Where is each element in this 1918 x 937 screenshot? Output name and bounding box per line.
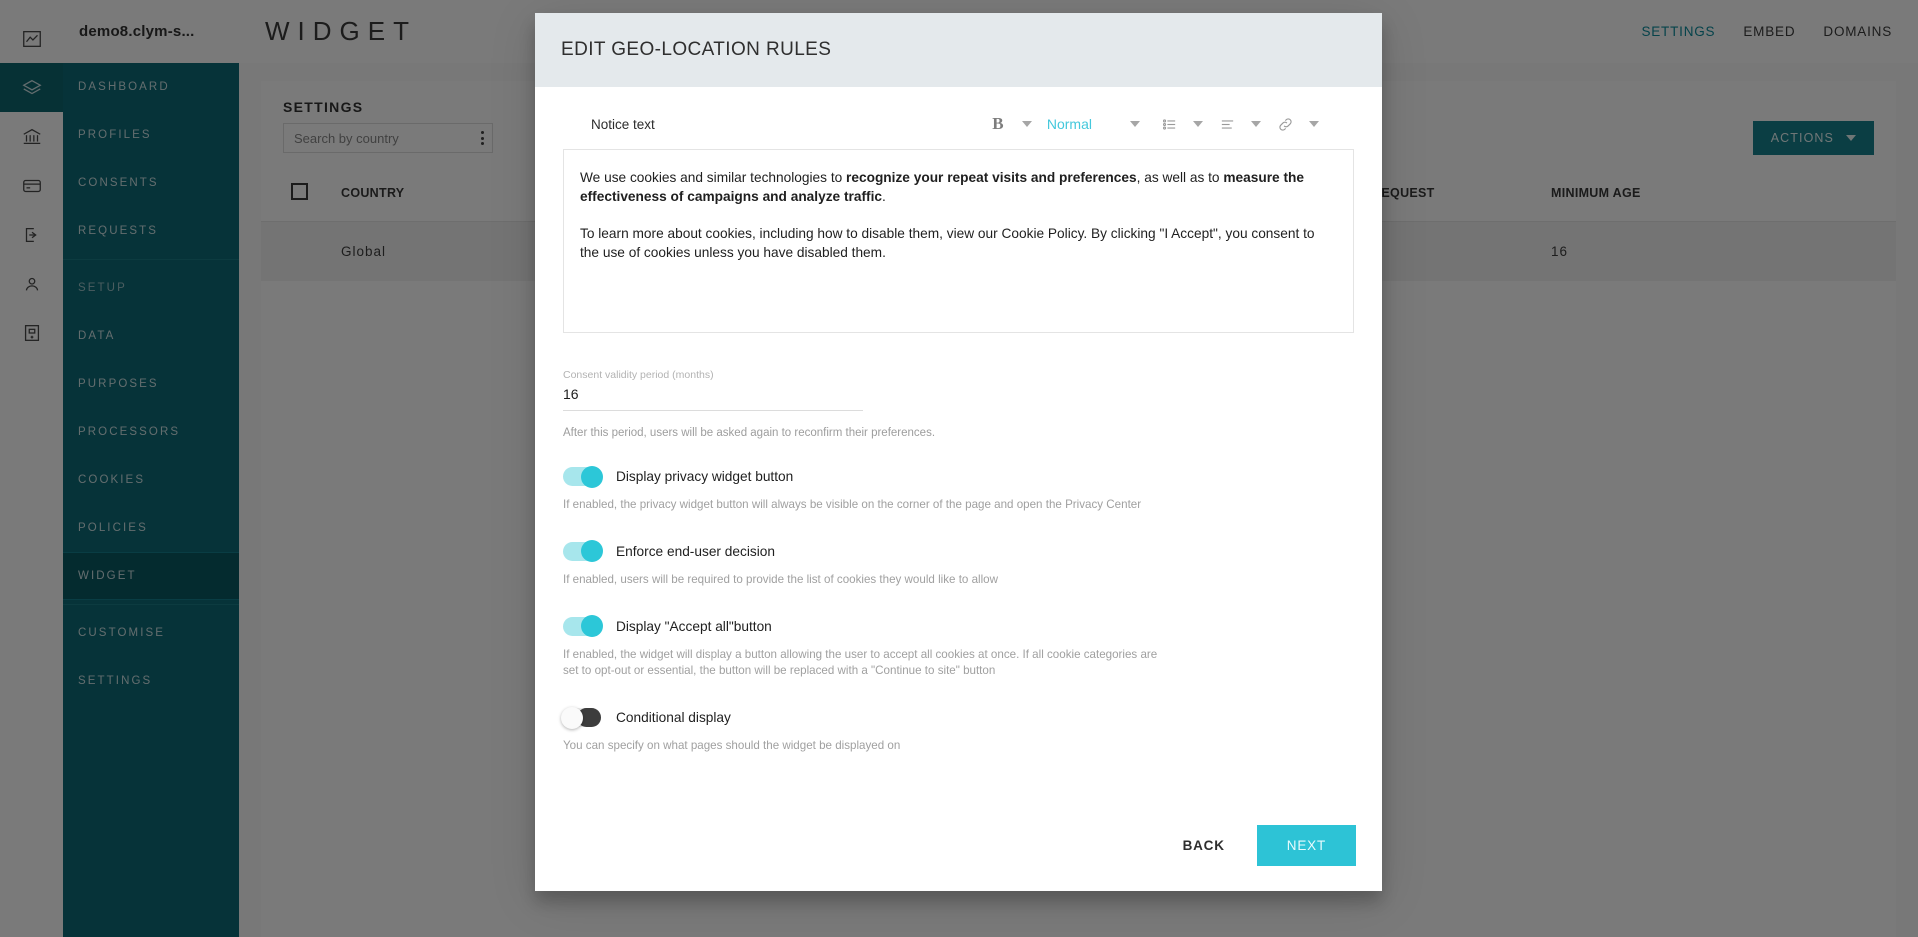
dialog-body[interactable]: Notice text B Normal We use cookies and … — [535, 87, 1382, 799]
toggle-label: Display "Accept all"button — [616, 618, 772, 634]
toggle-switch-3[interactable] — [561, 706, 601, 729]
toggle-description: If enabled, the privacy widget button wi… — [563, 498, 1142, 511]
notice-text-run: To learn more about cookies, including h… — [580, 225, 1315, 261]
bullet-list-icon[interactable] — [1154, 109, 1184, 139]
toggle-list: Display privacy widget button If enabled,… — [561, 465, 1354, 755]
toggle-block: Display privacy widget button If enabled,… — [563, 465, 1354, 514]
toggle-switch-0[interactable] — [563, 465, 603, 488]
dialog-footer: BACK NEXT — [535, 799, 1382, 891]
notice-paragraph: To learn more about cookies, including h… — [580, 224, 1337, 263]
toggle-block: Conditional display You can specify on wh… — [561, 706, 1354, 755]
consent-validity-label: Consent validity period (months) — [563, 369, 714, 381]
toggle-knob — [561, 706, 583, 729]
toggle-row: Display "Accept all"button — [563, 615, 1354, 638]
notice-text-run: , as well as to — [1136, 170, 1224, 185]
consent-validity-input[interactable] — [563, 381, 863, 411]
link-icon[interactable] — [1270, 109, 1300, 139]
back-button[interactable]: BACK — [1161, 826, 1247, 865]
toggle-description: If enabled, the widget will display a bu… — [563, 647, 1158, 678]
toggle-row: Enforce end-user decision — [563, 540, 1354, 563]
consent-validity-field-wrap: Consent validity period (months) After t… — [563, 369, 1354, 439]
next-button[interactable]: NEXT — [1256, 824, 1356, 866]
toggle-row: Display privacy widget button — [563, 465, 1354, 488]
bold-button[interactable]: B — [983, 109, 1013, 139]
editor-toolbar-row: Notice text B Normal — [563, 103, 1354, 149]
format-chevron-down-icon[interactable] — [1130, 121, 1140, 127]
format-select-value[interactable]: Normal — [1041, 116, 1100, 132]
toggle-knob — [581, 615, 603, 638]
toggle-knob — [581, 540, 603, 563]
edit-geo-location-rules-dialog: EDIT GEO-LOCATION RULES Notice text B No… — [535, 13, 1382, 891]
dialog-header: EDIT GEO-LOCATION RULES — [535, 13, 1382, 87]
notice-paragraph: We use cookies and similar technologies … — [580, 168, 1337, 207]
toggle-label: Display privacy widget button — [616, 469, 794, 484]
toggle-description: You can specify on what pages should the… — [563, 739, 901, 753]
toggle-switch-2[interactable] — [563, 615, 603, 638]
align-chevron-down-icon[interactable] — [1251, 121, 1261, 127]
bold-options-chevron-down-icon[interactable] — [1021, 121, 1032, 127]
notice-text-run: We use cookies and similar technologies … — [580, 170, 847, 185]
rich-text-toolbar: B Normal — [983, 109, 1354, 139]
toggle-switch-1[interactable] — [563, 540, 603, 563]
notice-text-run: . — [882, 189, 886, 205]
toggle-block: Display "Accept all"button If enabled, th… — [563, 615, 1354, 681]
toggle-block: Enforce end-user decision If enabled, use… — [563, 540, 1354, 589]
consent-validity-hint: After this period, users will be asked a… — [563, 427, 936, 439]
toggle-knob — [581, 465, 603, 488]
notice-text-label: Notice text — [591, 116, 655, 132]
screen: demo8.clym-s... DASHBOARDPROFILESCONSENT… — [0, 0, 1918, 937]
notice-text-editor[interactable]: We use cookies and similar technologies … — [563, 149, 1354, 333]
toggle-label: Conditional display — [616, 710, 731, 726]
toggle-label: Enforce end-user decision — [616, 543, 776, 559]
align-left-icon[interactable] — [1212, 109, 1242, 139]
list-chevron-down-icon[interactable] — [1193, 121, 1203, 127]
dialog-title: EDIT GEO-LOCATION RULES — [561, 39, 832, 60]
link-chevron-down-icon[interactable] — [1309, 121, 1319, 127]
toggle-row: Conditional display — [561, 706, 1354, 729]
toggle-description: If enabled, users will be required to pr… — [563, 572, 998, 586]
notice-text-bold: recognize your repeat visits and prefere… — [846, 170, 1137, 185]
